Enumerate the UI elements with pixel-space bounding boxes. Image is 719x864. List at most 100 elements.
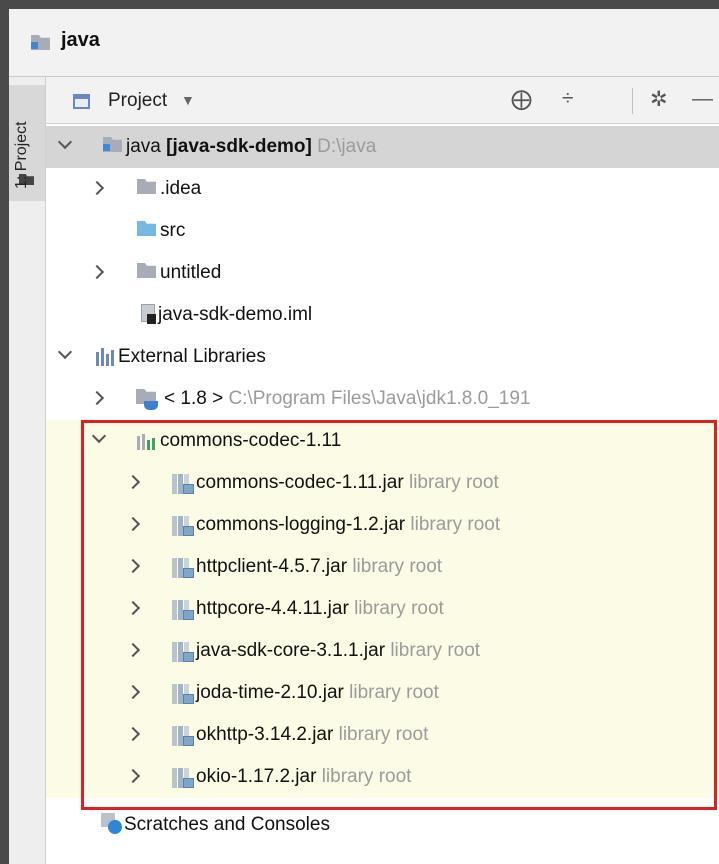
tree-label-library: commons-codec-1.11 [160,430,342,451]
window-top-border [0,0,719,9]
chevron-right-icon[interactable] [125,558,141,574]
jar-hint: library root [354,598,444,619]
tree-row-jar[interactable]: okio-1.17.2.jar library root [46,756,719,798]
tree-row-jar[interactable]: okhttp-3.14.2.jar library root [46,714,719,756]
tree-row-jar[interactable]: joda-time-2.10.jar library root [46,672,719,714]
chevron-right-icon[interactable] [89,264,105,280]
project-title: java [61,29,100,51]
tree-row-jar[interactable]: httpclient-4.5.7.jar library root [46,546,719,588]
tree-row-scratches[interactable]: Scratches and Consoles [46,804,719,846]
jar-hint: library root [408,472,499,493]
jar-name: httpcore-4.4.11.jar [196,598,349,619]
jar-name: okio-1.17.2.jar [196,766,317,787]
library-icon [137,432,157,450]
window-left-border [0,9,9,864]
view-selector[interactable]: Project [108,90,167,112]
locate-icon[interactable]: ⨁ [511,87,532,112]
chevron-right-icon[interactable] [125,726,141,742]
chevron-right-icon[interactable] [125,516,141,532]
tree-row-external-libraries[interactable]: External Libraries [46,336,719,378]
jar-icon [172,725,194,747]
chevron-right-icon[interactable] [125,474,141,490]
project-tree: java [java-sdk-demo] D:\java .idea src u… [46,124,719,864]
jar-label: okhttp-3.14.2.jar library root [196,724,428,746]
chevron-down-icon[interactable] [57,344,73,360]
jar-icon [172,683,194,705]
toolbar-divider [632,88,633,114]
tree-row-root[interactable]: java [java-sdk-demo] D:\java [46,126,719,168]
gear-icon[interactable]: ✲ [650,87,668,112]
jar-label: joda-time-2.10.jar library root [196,682,439,704]
module-folder-icon [103,137,122,152]
jar-icon [172,767,194,789]
jar-name: httpclient-4.5.7.jar [196,556,348,577]
jar-hint: library root [352,556,443,577]
jdk-icon [136,389,160,411]
tree-row-src[interactable]: src [46,210,719,252]
scratches-icon [101,813,123,835]
jdk-name: < 1.8 > [164,388,224,409]
iml-file-icon [139,304,157,324]
chevron-right-icon[interactable] [125,600,141,616]
jar-label: commons-logging-1.2.jar library root [196,514,500,536]
project-view-icon [73,94,90,109]
jar-label: commons-codec-1.11.jar library root [196,472,499,494]
tree-row-jar[interactable]: commons-codec-1.11.jar library root [46,462,719,504]
tree-row-untitled[interactable]: untitled [46,252,719,294]
chevron-right-icon[interactable] [89,180,105,196]
jar-hint: library root [410,514,501,535]
jdk-path: C:\Program Files\Java\jdk1.8.0_191 [228,388,531,409]
libraries-icon [96,348,116,366]
root-path: D:\java [317,136,377,157]
folder-icon [137,263,156,278]
tree-row-jar[interactable]: commons-logging-1.2.jar library root [46,504,719,546]
tree-label-idea: .idea [160,178,202,199]
jar-icon [172,515,194,537]
tree-row-jar[interactable]: httpcore-4.4.11.jar library root [46,588,719,630]
jar-name: commons-codec-1.11.jar [196,472,404,493]
jar-icon [172,599,194,621]
jar-hint: library root [390,640,481,661]
tree-row-library[interactable]: commons-codec-1.11 [46,420,719,462]
chevron-down-icon[interactable] [91,428,107,444]
jar-icon [172,473,194,495]
tree-label-iml: java-sdk-demo.iml [158,304,313,325]
jar-name: joda-time-2.10.jar [196,682,344,703]
tree-label-src: src [160,220,186,241]
folder-icon [137,179,156,194]
tree-label-jdk: < 1.8 > C:\Program Files\Java\jdk1.8.0_1… [164,388,531,410]
tool-window-strip: 1: Project [9,77,46,864]
tree-row-jdk[interactable]: < 1.8 > C:\Program Files\Java\jdk1.8.0_1… [46,378,719,420]
project-tab-label: 1: Project [13,121,30,189]
root-name: java [126,136,161,157]
jar-hint: library root [338,724,429,745]
project-tool-tab[interactable]: 1: Project [9,85,45,201]
chevron-right-icon[interactable] [125,684,141,700]
collapse-all-icon[interactable]: ÷ [562,87,574,111]
jar-hint: library root [321,766,412,787]
tree-label-untitled: untitled [160,262,222,283]
jar-name: commons-logging-1.2.jar [196,514,406,535]
chevron-right-icon[interactable] [125,768,141,784]
tree-row-idea[interactable]: .idea [46,168,719,210]
minimize-icon[interactable]: — [692,87,713,111]
chevron-down-icon[interactable] [57,134,73,150]
tree-row-iml[interactable]: java-sdk-demo.iml [46,294,719,336]
jar-icon [172,641,194,663]
chevron-down-icon[interactable]: ▼ [181,92,195,108]
tree-label-root: java [java-sdk-demo] D:\java [126,136,376,158]
jar-name: java-sdk-core-3.1.1.jar [196,640,386,661]
module-folder-icon [31,35,50,50]
jar-name: okhttp-3.14.2.jar [196,724,334,745]
jar-label: java-sdk-core-3.1.1.jar library root [196,640,480,662]
tree-label-external-libraries: External Libraries [118,346,266,367]
project-title-bar: java [9,9,719,77]
project-toolbar: Project ▼ ⨁ ÷ ✲ — [46,77,719,124]
source-folder-icon [137,221,156,236]
chevron-right-icon[interactable] [89,390,105,406]
jar-label: httpclient-4.5.7.jar library root [196,556,442,578]
tree-row-jar[interactable]: java-sdk-core-3.1.1.jar library root [46,630,719,672]
ide-window: java 1: Project Project ▼ ⨁ ÷ ✲ — java [… [0,0,719,864]
chevron-right-icon[interactable] [125,642,141,658]
tree-label-scratches: Scratches and Consoles [124,814,330,835]
